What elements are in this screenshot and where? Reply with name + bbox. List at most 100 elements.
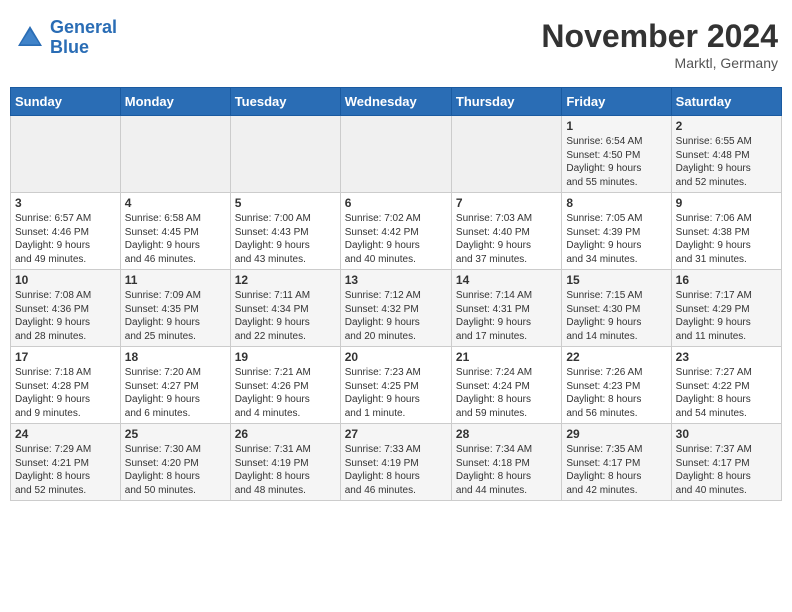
day-number: 5: [235, 196, 336, 210]
week-row-3: 17 Sunrise: 7:18 AM Sunset: 4:28 PM Dayli…: [11, 347, 782, 424]
day-number: 7: [456, 196, 557, 210]
day-number: 14: [456, 273, 557, 287]
calendar-cell: 28 Sunrise: 7:34 AM Sunset: 4:18 PM Dayli…: [451, 424, 561, 501]
day-info: Sunrise: 7:14 AM Sunset: 4:31 PM Dayligh…: [456, 289, 557, 343]
calendar-cell: 5 Sunrise: 7:00 AM Sunset: 4:43 PM Daylig…: [230, 193, 340, 270]
day-number: 26: [235, 427, 336, 441]
week-row-1: 3 Sunrise: 6:57 AM Sunset: 4:46 PM Daylig…: [11, 193, 782, 270]
header-cell-monday: Monday: [120, 88, 230, 116]
header-cell-saturday: Saturday: [671, 88, 781, 116]
header-cell-friday: Friday: [562, 88, 671, 116]
calendar-cell: 3 Sunrise: 6:57 AM Sunset: 4:46 PM Daylig…: [11, 193, 121, 270]
calendar-cell: 22Sunrise: 7:26 AM Sunset: 4:23 PM Dayli…: [562, 347, 671, 424]
day-info: Sunrise: 7:08 AM Sunset: 4:36 PM Dayligh…: [15, 289, 116, 343]
calendar-cell: 20 Sunrise: 7:23 AM Sunset: 4:25 PM Dayli…: [340, 347, 451, 424]
calendar-body: 1 Sunrise: 6:54 AM Sunset: 4:50 PM Daylig…: [11, 116, 782, 501]
day-info: Sunrise: 7:03 AM Sunset: 4:40 PM Dayligh…: [456, 212, 557, 266]
header-cell-sunday: Sunday: [11, 88, 121, 116]
calendar-cell: 7 Sunrise: 7:03 AM Sunset: 4:40 PM Daylig…: [451, 193, 561, 270]
day-number: 6: [345, 196, 447, 210]
calendar-cell: 12 Sunrise: 7:11 AM Sunset: 4:34 PM Dayli…: [230, 270, 340, 347]
day-info: Sunrise: 7:20 AM Sunset: 4:27 PM Dayligh…: [125, 366, 226, 420]
day-number: 3: [15, 196, 116, 210]
logo-line1: General: [50, 17, 117, 37]
calendar-cell: [120, 116, 230, 193]
calendar-cell: 1 Sunrise: 6:54 AM Sunset: 4:50 PM Daylig…: [562, 116, 671, 193]
week-row-0: 1 Sunrise: 6:54 AM Sunset: 4:50 PM Daylig…: [11, 116, 782, 193]
day-info: Sunrise: 6:55 AM Sunset: 4:48 PM Dayligh…: [676, 135, 777, 189]
calendar-cell: 16 Sunrise: 7:17 AM Sunset: 4:29 PM Dayli…: [671, 270, 781, 347]
calendar-cell: 17 Sunrise: 7:18 AM Sunset: 4:28 PM Dayli…: [11, 347, 121, 424]
logo-icon: [14, 22, 46, 54]
day-number: 15: [566, 273, 666, 287]
day-info: Sunrise: 7:29 AM Sunset: 4:21 PM Dayligh…: [15, 443, 116, 497]
location: Marktl, Germany: [541, 55, 778, 71]
calendar-cell: 19 Sunrise: 7:21 AM Sunset: 4:26 PM Dayli…: [230, 347, 340, 424]
calendar-cell: 21 Sunrise: 7:24 AM Sunset: 4:24 PM Dayli…: [451, 347, 561, 424]
header-row: SundayMondayTuesdayWednesdayThursdayFrid…: [11, 88, 782, 116]
day-info: Sunrise: 7:37 AM Sunset: 4:17 PM Dayligh…: [676, 443, 777, 497]
day-number: 30: [676, 427, 777, 441]
logo: General Blue: [14, 18, 117, 58]
day-number: 9: [676, 196, 777, 210]
day-number: 17: [15, 350, 116, 364]
day-number: 21: [456, 350, 557, 364]
calendar-cell: 29Sunrise: 7:35 AM Sunset: 4:17 PM Dayli…: [562, 424, 671, 501]
calendar-cell: [451, 116, 561, 193]
logo-line2: Blue: [50, 37, 89, 57]
day-info: Sunrise: 7:11 AM Sunset: 4:34 PM Dayligh…: [235, 289, 336, 343]
calendar-cell: 6Sunrise: 7:02 AM Sunset: 4:42 PM Daylig…: [340, 193, 451, 270]
page-header: General Blue November 2024 Marktl, Germa…: [10, 10, 782, 79]
calendar-cell: 27Sunrise: 7:33 AM Sunset: 4:19 PM Dayli…: [340, 424, 451, 501]
month-title: November 2024: [541, 18, 778, 55]
day-number: 18: [125, 350, 226, 364]
calendar-cell: 2Sunrise: 6:55 AM Sunset: 4:48 PM Daylig…: [671, 116, 781, 193]
day-info: Sunrise: 7:05 AM Sunset: 4:39 PM Dayligh…: [566, 212, 666, 266]
day-number: 22: [566, 350, 666, 364]
day-number: 20: [345, 350, 447, 364]
calendar-cell: [11, 116, 121, 193]
day-info: Sunrise: 7:09 AM Sunset: 4:35 PM Dayligh…: [125, 289, 226, 343]
day-info: Sunrise: 7:27 AM Sunset: 4:22 PM Dayligh…: [676, 366, 777, 420]
day-info: Sunrise: 7:24 AM Sunset: 4:24 PM Dayligh…: [456, 366, 557, 420]
day-info: Sunrise: 7:18 AM Sunset: 4:28 PM Dayligh…: [15, 366, 116, 420]
day-info: Sunrise: 7:00 AM Sunset: 4:43 PM Dayligh…: [235, 212, 336, 266]
day-number: 12: [235, 273, 336, 287]
calendar-cell: 15Sunrise: 7:15 AM Sunset: 4:30 PM Dayli…: [562, 270, 671, 347]
day-info: Sunrise: 7:31 AM Sunset: 4:19 PM Dayligh…: [235, 443, 336, 497]
week-row-2: 10 Sunrise: 7:08 AM Sunset: 4:36 PM Dayli…: [11, 270, 782, 347]
day-number: 10: [15, 273, 116, 287]
day-number: 24: [15, 427, 116, 441]
calendar-cell: 9 Sunrise: 7:06 AM Sunset: 4:38 PM Daylig…: [671, 193, 781, 270]
calendar-cell: 24 Sunrise: 7:29 AM Sunset: 4:21 PM Dayli…: [11, 424, 121, 501]
day-info: Sunrise: 7:12 AM Sunset: 4:32 PM Dayligh…: [345, 289, 447, 343]
day-number: 1: [566, 119, 666, 133]
header-cell-thursday: Thursday: [451, 88, 561, 116]
day-number: 13: [345, 273, 447, 287]
day-info: Sunrise: 7:21 AM Sunset: 4:26 PM Dayligh…: [235, 366, 336, 420]
calendar-cell: 18 Sunrise: 7:20 AM Sunset: 4:27 PM Dayli…: [120, 347, 230, 424]
calendar-cell: 13 Sunrise: 7:12 AM Sunset: 4:32 PM Dayli…: [340, 270, 451, 347]
calendar-cell: 14 Sunrise: 7:14 AM Sunset: 4:31 PM Dayli…: [451, 270, 561, 347]
calendar-cell: 10 Sunrise: 7:08 AM Sunset: 4:36 PM Dayli…: [11, 270, 121, 347]
day-info: Sunrise: 6:54 AM Sunset: 4:50 PM Dayligh…: [566, 135, 666, 189]
day-info: Sunrise: 7:17 AM Sunset: 4:29 PM Dayligh…: [676, 289, 777, 343]
calendar-table: SundayMondayTuesdayWednesdayThursdayFrid…: [10, 87, 782, 501]
day-info: Sunrise: 7:23 AM Sunset: 4:25 PM Dayligh…: [345, 366, 447, 420]
calendar-cell: [340, 116, 451, 193]
day-number: 16: [676, 273, 777, 287]
day-info: Sunrise: 7:34 AM Sunset: 4:18 PM Dayligh…: [456, 443, 557, 497]
calendar-cell: 4Sunrise: 6:58 AM Sunset: 4:45 PM Daylig…: [120, 193, 230, 270]
day-info: Sunrise: 6:57 AM Sunset: 4:46 PM Dayligh…: [15, 212, 116, 266]
day-info: Sunrise: 7:06 AM Sunset: 4:38 PM Dayligh…: [676, 212, 777, 266]
calendar-cell: 23Sunrise: 7:27 AM Sunset: 4:22 PM Dayli…: [671, 347, 781, 424]
day-number: 28: [456, 427, 557, 441]
calendar-cell: 30 Sunrise: 7:37 AM Sunset: 4:17 PM Dayli…: [671, 424, 781, 501]
header-cell-tuesday: Tuesday: [230, 88, 340, 116]
calendar-cell: 8Sunrise: 7:05 AM Sunset: 4:39 PM Daylig…: [562, 193, 671, 270]
day-info: Sunrise: 6:58 AM Sunset: 4:45 PM Dayligh…: [125, 212, 226, 266]
logo-text: General Blue: [50, 18, 117, 58]
title-area: November 2024 Marktl, Germany: [541, 18, 778, 71]
day-number: 19: [235, 350, 336, 364]
day-info: Sunrise: 7:33 AM Sunset: 4:19 PM Dayligh…: [345, 443, 447, 497]
